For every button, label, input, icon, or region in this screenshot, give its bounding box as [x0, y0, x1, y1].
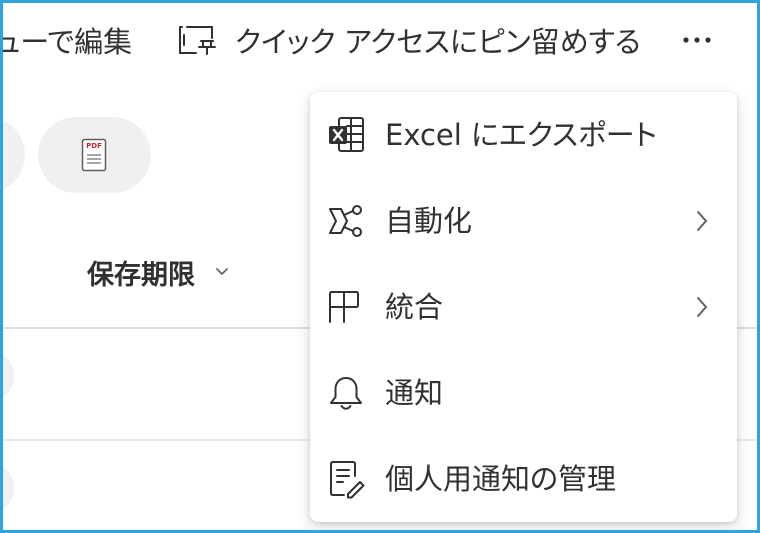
menu-item-integrate[interactable]: 統合 [310, 264, 737, 350]
chevron-down-icon [216, 268, 228, 275]
filter-pill[interactable] [0, 117, 25, 193]
bell-icon [330, 377, 362, 410]
menu-item-label: Excel にエクスポート [385, 118, 657, 152]
more-options-menu: Excel にエクスポート 自動化 統合 通知 個人用通知の管理 [310, 92, 737, 522]
row-item-icon [0, 462, 14, 514]
more-icon [683, 37, 711, 43]
edit-in-grid-view-label: ューで編集 [0, 25, 133, 59]
app-screen: ューで編集 クイック アクセスにピン留めする PDF 保存期限 Excel にエ… [0, 0, 760, 533]
manage-alerts-icon [330, 461, 365, 499]
menu-item-label: 自動化 [385, 204, 473, 238]
pin-to-quick-access-icon [179, 26, 216, 55]
menu-item-automate[interactable]: 自動化 [310, 178, 737, 264]
column-header-retention[interactable]: 保存期限 [87, 252, 229, 292]
menu-item-label: 統合 [385, 290, 444, 324]
column-header-label: 保存期限 [87, 259, 195, 291]
menu-item-label: 個人用通知の管理 [385, 462, 616, 496]
automate-icon [329, 205, 362, 237]
menu-item-export-to-excel[interactable]: Excel にエクスポート [310, 92, 737, 178]
svg-text:PDF: PDF [86, 142, 102, 150]
excel-icon [329, 117, 364, 152]
integrate-icon [329, 291, 359, 323]
pdf-filter-button[interactable]: PDF [38, 117, 151, 193]
edit-in-grid-view-button[interactable]: ューで編集 [0, 18, 132, 62]
chevron-right-icon [697, 297, 707, 317]
chevron-right-icon [697, 211, 707, 231]
pdf-file-icon: PDF [81, 138, 107, 172]
more-options-button[interactable] [678, 28, 718, 52]
menu-item-alert[interactable]: 通知 [310, 350, 737, 436]
pin-to-quick-access-label: クイック アクセスにピン留めする [235, 25, 641, 59]
row-item-icon [0, 350, 14, 402]
menu-item-manage-alerts[interactable]: 個人用通知の管理 [310, 436, 737, 522]
pin-to-quick-access-button[interactable]: クイック アクセスにピン留めする [176, 18, 641, 62]
menu-item-label: 通知 [385, 376, 444, 410]
